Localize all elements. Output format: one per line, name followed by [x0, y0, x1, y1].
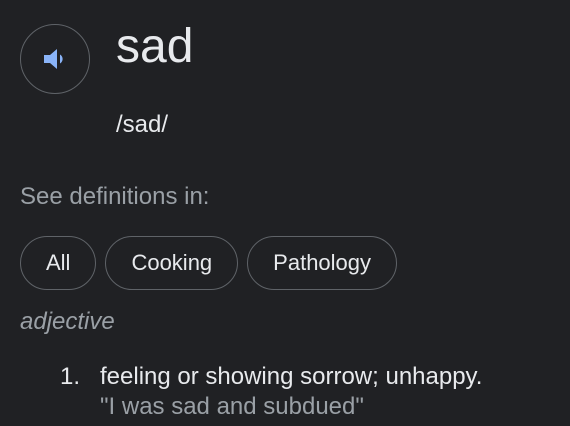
phonetic-spelling: /sad/: [116, 111, 169, 138]
sense-body: feeling or showing sorrow; unhappy. "I w…: [100, 362, 482, 422]
sense-number: 1.: [60, 363, 81, 390]
definitions-filter-label: See definitions in:: [20, 183, 210, 210]
sense-example: "I was sad and subdued": [100, 393, 364, 420]
filter-chip-all[interactable]: All: [20, 236, 97, 290]
filter-chip-cooking[interactable]: Cooking: [105, 236, 239, 290]
filter-chip-pathology[interactable]: Pathology: [247, 236, 398, 290]
volume-speaker-icon: [44, 49, 63, 69]
pronunciation-play-button[interactable]: [20, 24, 90, 94]
dictionary-card: sad /sad/ See definitions in: All Cookin…: [0, 0, 570, 426]
headword: sad: [116, 20, 194, 73]
sense-definition: feeling or showing sorrow; unhappy.: [100, 363, 483, 390]
definitions-filter-chips: All Cooking Pathology: [20, 236, 398, 290]
part-of-speech: adjective: [20, 308, 115, 335]
